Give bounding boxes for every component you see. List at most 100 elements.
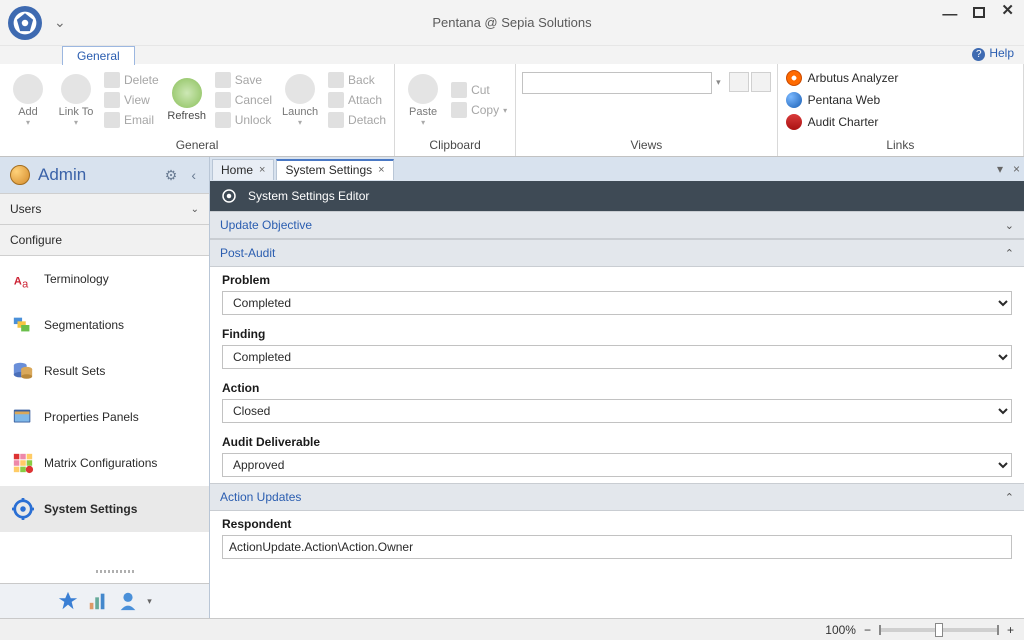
delete-button[interactable]: Delete (102, 71, 161, 89)
launch-button[interactable]: Launch▾ (278, 74, 322, 127)
sidebar-item-segmentations[interactable]: Segmentations (0, 302, 209, 348)
tab-system-settings[interactable]: System Settings× (276, 159, 393, 180)
result-sets-icon (12, 360, 34, 382)
finding-select[interactable]: Completed (222, 345, 1012, 369)
sidebar-collapse-icon[interactable]: ‹ (188, 167, 199, 183)
panel-post-audit[interactable]: Post-Audit⌃ (210, 239, 1024, 267)
cut-icon (451, 82, 467, 98)
minimize-button[interactable]: — (938, 8, 961, 22)
chevron-up-icon: ⌃ (1005, 247, 1014, 260)
link-to-button[interactable]: Link To▾ (54, 74, 98, 127)
bottom-icon-3[interactable] (117, 590, 139, 612)
sidebar: Admin ⚙ ‹ Users⌄ Configure AaTerminology… (0, 157, 210, 618)
gear-icon (220, 187, 238, 205)
back-button[interactable]: Back (326, 71, 388, 89)
unlock-button[interactable]: Unlock (213, 111, 274, 129)
sidebar-item-matrix-configurations[interactable]: Matrix Configurations (0, 440, 209, 486)
help-link[interactable]: Help (972, 46, 1014, 60)
sidebar-item-result-sets[interactable]: Result Sets (0, 348, 209, 394)
close-button[interactable]: ✕ (997, 4, 1018, 18)
bottom-icon-1[interactable] (57, 590, 79, 612)
panel-action-updates[interactable]: Action Updates⌃ (210, 483, 1024, 511)
sidebar-settings-icon[interactable]: ⚙ (162, 167, 181, 184)
properties-icon (12, 406, 34, 428)
link-pentana-web[interactable]: Pentana Web (784, 91, 901, 109)
attach-icon (328, 92, 344, 108)
svg-text:a: a (22, 278, 29, 290)
paste-button[interactable]: Paste▾ (401, 74, 445, 127)
views-extra-1[interactable] (729, 72, 749, 92)
copy-icon (451, 102, 467, 118)
terminology-icon: Aa (12, 268, 34, 290)
zoom-in-button[interactable]: + (1007, 623, 1014, 637)
editor-tabs: Home× System Settings× ▾ × (210, 157, 1024, 181)
tabs-close-all[interactable]: × (1009, 162, 1024, 176)
bottom-dropdown[interactable]: ▾ (147, 596, 152, 607)
attach-button[interactable]: Attach (326, 91, 388, 109)
views-extra-2[interactable] (751, 72, 771, 92)
svg-text:A: A (14, 276, 22, 288)
editor-header: System Settings Editor (210, 181, 1024, 211)
view-button[interactable]: View (102, 91, 161, 109)
editor-title: System Settings Editor (248, 189, 369, 203)
action-select[interactable]: Closed (222, 399, 1012, 423)
ribbon-tab-general[interactable]: General (62, 46, 135, 65)
save-icon (215, 72, 231, 88)
audit-deliverable-select[interactable]: Approved (222, 453, 1012, 477)
sidebar-title: Admin (38, 165, 154, 185)
editor-pane: Home× System Settings× ▾ × System Settin… (210, 157, 1024, 618)
cut-button[interactable]: Cut (449, 81, 509, 99)
detach-button[interactable]: Detach (326, 111, 388, 129)
matrix-icon (12, 452, 34, 474)
ribbon-group-label: Clipboard (395, 136, 515, 156)
tabs-dropdown[interactable]: ▾ (993, 162, 1007, 176)
refresh-button[interactable]: Refresh (165, 78, 209, 122)
unlock-icon (215, 112, 231, 128)
delete-icon (104, 72, 120, 88)
quick-access-dropdown[interactable]: ⌄ (54, 14, 66, 31)
link-arbutus[interactable]: Arbutus Analyzer (784, 69, 901, 87)
link-audit-charter[interactable]: Audit Charter (784, 113, 901, 131)
back-icon (328, 72, 344, 88)
field-problem: Problem Completed (210, 267, 1024, 321)
panel-update-objective[interactable]: Update Objective⌄ (210, 211, 1024, 239)
close-icon[interactable]: × (259, 164, 265, 176)
title-bar: ⌄ Pentana @ Sepia Solutions — ✕ (0, 0, 1024, 46)
sidebar-item-system-settings[interactable]: System Settings (0, 486, 209, 532)
window-title: Pentana @ Sepia Solutions (0, 15, 1024, 30)
respondent-input[interactable] (222, 535, 1012, 559)
views-dropdown[interactable]: ▾ (716, 77, 721, 88)
email-icon (104, 112, 120, 128)
status-bar: 100% − + (0, 618, 1024, 640)
sidebar-section-configure[interactable]: Configure (0, 225, 209, 256)
view-icon (104, 92, 120, 108)
save-button[interactable]: Save (213, 71, 274, 89)
maximize-button[interactable] (973, 7, 985, 18)
cancel-icon (215, 92, 231, 108)
ribbon-group-label: Views (516, 136, 777, 156)
zoom-slider[interactable] (879, 628, 999, 632)
email-button[interactable]: Email (102, 111, 161, 129)
admin-icon (10, 165, 30, 185)
paste-icon (408, 74, 438, 104)
sidebar-section-users[interactable]: Users⌄ (0, 193, 209, 225)
tab-home[interactable]: Home× (212, 159, 274, 180)
refresh-icon (172, 78, 202, 108)
cancel-button[interactable]: Cancel (213, 91, 274, 109)
zoom-out-button[interactable]: − (864, 623, 871, 637)
zoom-label: 100% (825, 623, 856, 637)
views-search-input[interactable] (522, 72, 712, 94)
bottom-icon-2[interactable] (87, 590, 109, 612)
arbutus-icon (786, 70, 802, 86)
field-finding: Finding Completed (210, 321, 1024, 375)
app-icon (8, 6, 42, 40)
close-icon[interactable]: × (378, 164, 384, 176)
chevron-down-icon: ⌄ (191, 204, 199, 215)
sidebar-item-properties-panels[interactable]: Properties Panels (0, 394, 209, 440)
ribbon-group-label: Links (778, 136, 1023, 156)
problem-select[interactable]: Completed (222, 291, 1012, 315)
sidebar-item-terminology[interactable]: AaTerminology (0, 256, 209, 302)
add-button[interactable]: Add▾ (6, 74, 50, 127)
field-audit-deliverable: Audit Deliverable Approved (210, 429, 1024, 483)
copy-button[interactable]: Copy ▾ (449, 101, 509, 119)
